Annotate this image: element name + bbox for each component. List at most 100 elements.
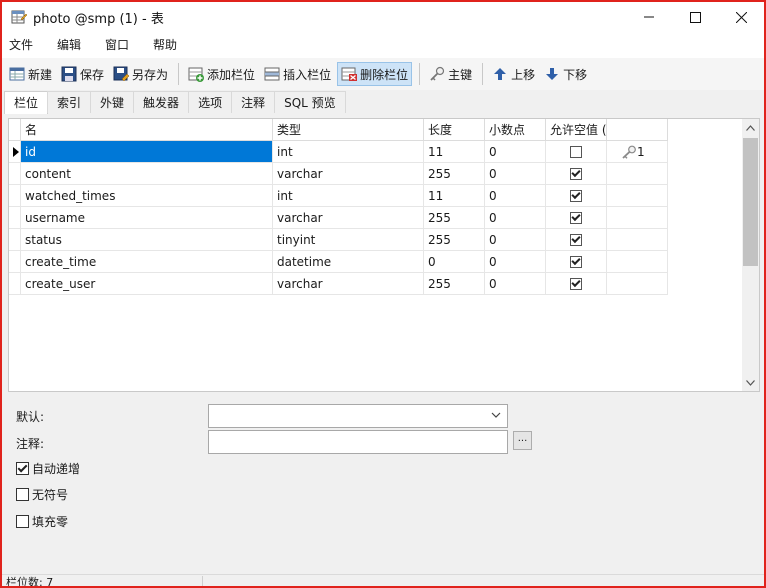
scroll-down-button[interactable]: [742, 374, 759, 391]
zerofill-checkbox[interactable]: [16, 515, 29, 528]
tab-sql-preview[interactable]: SQL 预览: [274, 91, 346, 113]
add-field-button[interactable]: 添加栏位: [185, 62, 258, 86]
field-decimals-cell[interactable]: 0: [485, 229, 546, 251]
allow-null-cell[interactable]: [546, 185, 607, 207]
close-button[interactable]: [718, 2, 764, 32]
vertical-scrollbar[interactable]: [742, 119, 759, 391]
scroll-up-button[interactable]: [742, 119, 759, 136]
field-length-cell[interactable]: 11: [424, 141, 485, 163]
field-length-cell[interactable]: 255: [424, 163, 485, 185]
table-row[interactable]: content varchar 255 0: [9, 163, 668, 185]
scrollbar-thumb[interactable]: [743, 138, 758, 266]
table-row[interactable]: id int 11 0 1: [9, 141, 668, 163]
comment-input[interactable]: [208, 430, 508, 454]
field-type-cell[interactable]: int: [273, 141, 424, 163]
insert-field-button[interactable]: 插入栏位: [261, 62, 334, 86]
field-length-cell[interactable]: 255: [424, 273, 485, 295]
row-indicator[interactable]: [9, 163, 21, 185]
tab-comment[interactable]: 注释: [231, 91, 276, 113]
row-indicator[interactable]: [9, 141, 21, 163]
allow-null-cell[interactable]: [546, 207, 607, 229]
allow-null-cell[interactable]: [546, 273, 607, 295]
field-decimals-cell[interactable]: 0: [485, 163, 546, 185]
allow-null-checkbox[interactable]: [570, 189, 582, 202]
allow-null-checkbox[interactable]: [570, 233, 582, 246]
zerofill-option[interactable]: 填充零: [16, 513, 68, 530]
field-length-cell[interactable]: 255: [424, 207, 485, 229]
allow-null-checkbox[interactable]: [570, 255, 582, 268]
field-decimals-cell[interactable]: 0: [485, 207, 546, 229]
row-indicator[interactable]: [9, 229, 21, 251]
row-indicator[interactable]: [9, 185, 21, 207]
move-down-button[interactable]: 下移: [541, 62, 590, 86]
field-length-cell[interactable]: 11: [424, 185, 485, 207]
field-name-cell[interactable]: id: [21, 141, 273, 163]
allow-null-checkbox[interactable]: [570, 167, 582, 180]
unsigned-checkbox[interactable]: [16, 488, 29, 501]
menu-window[interactable]: 窗口: [98, 32, 136, 58]
row-indicator[interactable]: [9, 273, 21, 295]
field-decimals-cell[interactable]: 0: [485, 141, 546, 163]
header-length[interactable]: 长度: [424, 119, 485, 141]
field-name-cell[interactable]: content: [21, 163, 273, 185]
allow-null-cell[interactable]: [546, 141, 607, 163]
tab-triggers[interactable]: 触发器: [133, 91, 190, 113]
field-name-cell[interactable]: watched_times: [21, 185, 273, 207]
table-row[interactable]: username varchar 255 0: [9, 207, 668, 229]
field-decimals-cell[interactable]: 0: [485, 273, 546, 295]
table-row[interactable]: create_user varchar 255 0: [9, 273, 668, 295]
field-type-cell[interactable]: int: [273, 185, 424, 207]
save-button[interactable]: 保存: [58, 62, 107, 86]
header-key[interactable]: [607, 119, 668, 141]
field-type-cell[interactable]: varchar: [273, 163, 424, 185]
menu-file[interactable]: 文件: [2, 32, 40, 58]
table-row[interactable]: create_time datetime 0 0: [9, 251, 668, 273]
key-cell[interactable]: [607, 273, 668, 295]
field-decimals-cell[interactable]: 0: [485, 251, 546, 273]
maximize-button[interactable]: [672, 2, 718, 32]
allow-null-checkbox[interactable]: [570, 211, 582, 224]
tab-indexes[interactable]: 索引: [47, 91, 92, 113]
save-as-button[interactable]: 另存为: [110, 62, 171, 86]
field-type-cell[interactable]: varchar: [273, 207, 424, 229]
table-row[interactable]: status tinyint 255 0: [9, 229, 668, 251]
default-select[interactable]: [208, 404, 508, 428]
allow-null-cell[interactable]: [546, 163, 607, 185]
tab-fields[interactable]: 栏位: [4, 91, 49, 114]
move-up-button[interactable]: 上移: [489, 62, 538, 86]
key-cell[interactable]: 1: [607, 141, 668, 163]
key-cell[interactable]: [607, 229, 668, 251]
field-name-cell[interactable]: create_user: [21, 273, 273, 295]
tab-foreign-keys[interactable]: 外键: [90, 91, 135, 113]
menu-edit[interactable]: 编辑: [50, 32, 88, 58]
field-name-cell[interactable]: status: [21, 229, 273, 251]
allow-null-cell[interactable]: [546, 229, 607, 251]
allow-null-cell[interactable]: [546, 251, 607, 273]
header-name[interactable]: 名: [21, 119, 273, 141]
header-type[interactable]: 类型: [273, 119, 424, 141]
auto-increment-checkbox[interactable]: [16, 462, 29, 475]
header-decimals[interactable]: 小数点: [485, 119, 546, 141]
key-cell[interactable]: [607, 251, 668, 273]
minimize-button[interactable]: [626, 2, 672, 32]
key-cell[interactable]: [607, 163, 668, 185]
field-type-cell[interactable]: varchar: [273, 273, 424, 295]
row-indicator[interactable]: [9, 251, 21, 273]
field-type-cell[interactable]: tinyint: [273, 229, 424, 251]
comment-edit-button[interactable]: ...: [513, 431, 532, 450]
key-cell[interactable]: [607, 207, 668, 229]
field-type-cell[interactable]: datetime: [273, 251, 424, 273]
table-row[interactable]: watched_times int 11 0: [9, 185, 668, 207]
menu-help[interactable]: 帮助: [146, 32, 184, 58]
key-cell[interactable]: [607, 185, 668, 207]
auto-increment-option[interactable]: 自动递增: [16, 460, 80, 477]
primary-key-button[interactable]: 主键: [426, 62, 475, 86]
unsigned-option[interactable]: 无符号: [16, 486, 68, 503]
field-name-cell[interactable]: username: [21, 207, 273, 229]
field-decimals-cell[interactable]: 0: [485, 185, 546, 207]
allow-null-checkbox[interactable]: [570, 277, 582, 290]
new-button[interactable]: 新建: [6, 62, 55, 86]
header-allow-null[interactable]: 允许空值 (: [546, 119, 607, 141]
row-indicator[interactable]: [9, 207, 21, 229]
allow-null-checkbox[interactable]: [570, 145, 582, 158]
